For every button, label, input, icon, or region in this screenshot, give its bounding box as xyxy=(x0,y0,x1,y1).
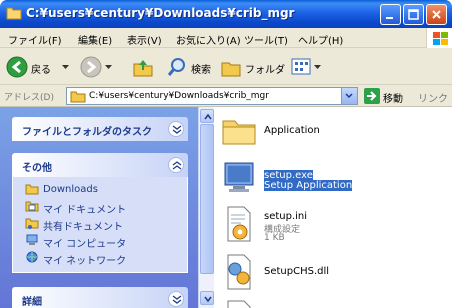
file-name: setup.ini xyxy=(264,211,308,222)
file-type: Setup Application xyxy=(264,180,353,191)
menu-help[interactable]: ヘルプ(H) xyxy=(298,32,343,47)
config-file-icon xyxy=(227,206,251,242)
search-button[interactable]: 検索 xyxy=(166,56,220,78)
address-input[interactable]: C:¥users¥century¥Downloads¥crib_mgr xyxy=(66,87,358,105)
search-label: 検索 xyxy=(191,65,211,76)
chevron-down-icon xyxy=(314,65,321,69)
task-pane-scrollbar[interactable] xyxy=(198,107,214,308)
place-label: マイ ドキュメント xyxy=(43,205,127,216)
maximize-button[interactable] xyxy=(403,4,424,25)
file-folder-tasks-header[interactable]: ファイルとフォルダのタスク xyxy=(12,117,188,141)
go-arrow-icon xyxy=(367,91,377,101)
place-label: 共有ドキュメント xyxy=(43,222,123,233)
file-folder-tasks-title: ファイルとフォルダのタスク xyxy=(22,127,152,138)
file-item-setup-ini[interactable]: setup.ini 構成設定 1 KB xyxy=(220,205,450,251)
chevron-down-icon xyxy=(204,296,212,303)
scroll-down-button[interactable] xyxy=(200,291,214,305)
minimize-button[interactable] xyxy=(380,4,401,25)
go-label[interactable]: 移動 xyxy=(383,90,403,105)
details-header[interactable]: 詳細 xyxy=(12,287,188,308)
go-button[interactable] xyxy=(364,88,380,104)
place-label: マイ コンピュータ xyxy=(43,239,127,250)
address-dropdown-button[interactable] xyxy=(341,88,357,104)
title-bar[interactable]: C:¥users¥century¥Downloads¥crib_mgr xyxy=(0,0,452,28)
menu-favorites[interactable]: お気に入り(A) xyxy=(176,32,241,47)
address-value: C:¥users¥century¥Downloads¥crib_mgr xyxy=(89,91,269,101)
task-pane: ファイルとフォルダのタスク その他 Downloads マイ ドキュメント 共有… xyxy=(0,107,198,308)
address-bar: アドレス(D) C:¥users¥century¥Downloads¥crib_… xyxy=(0,85,452,107)
file-item-partial[interactable] xyxy=(220,299,450,308)
file-item-setupchs-dll[interactable]: SetupCHS.dll xyxy=(220,253,450,299)
dll-file-icon xyxy=(227,254,251,290)
maximize-icon xyxy=(408,9,419,20)
collapse-chevron-button[interactable] xyxy=(168,157,184,173)
windows-logo xyxy=(426,28,452,48)
other-places-list: Downloads マイ ドキュメント 共有ドキュメント マイ コンピュータ マ… xyxy=(12,177,188,273)
place-label: Downloads xyxy=(43,184,98,195)
chevron-down-icon xyxy=(105,65,112,69)
folders-button[interactable]: フォルダ xyxy=(220,56,285,78)
windows-flag-icon xyxy=(433,32,448,45)
close-button[interactable] xyxy=(426,4,447,25)
folder-icon xyxy=(6,7,22,20)
address-label: アドレス(D) xyxy=(4,93,54,103)
views-icon xyxy=(291,58,311,75)
scroll-up-button[interactable] xyxy=(200,109,214,123)
folder-icon xyxy=(25,184,39,195)
file-icon xyxy=(227,300,251,308)
menu-tools[interactable]: ツール(T) xyxy=(244,32,288,47)
expand-chevron-button[interactable] xyxy=(168,291,184,307)
details-title: 詳細 xyxy=(22,297,42,308)
menu-bar: ファイル(F) 編集(E) 表示(V) お気に入り(A) ツール(T) ヘルプ(… xyxy=(0,28,452,48)
file-name: SetupCHS.dll xyxy=(264,266,330,277)
menu-edit[interactable]: 編集(E) xyxy=(78,32,112,47)
chevron-down-icon xyxy=(62,65,69,69)
forward-arrow-icon xyxy=(80,56,102,78)
computer-icon xyxy=(26,234,38,245)
chevron-down-double-icon xyxy=(172,295,182,304)
folder-icon xyxy=(222,120,256,145)
folders-icon xyxy=(221,62,241,77)
file-list: Application setup.exe Setup Application … xyxy=(214,107,452,308)
other-places-title: その他 xyxy=(22,163,52,174)
setup-app-icon xyxy=(224,162,254,192)
chevron-up-double-icon xyxy=(172,161,182,170)
expand-chevron-button[interactable] xyxy=(168,121,184,137)
other-places-header[interactable]: その他 xyxy=(12,153,188,177)
file-name: Application xyxy=(264,125,320,136)
up-folder-button[interactable] xyxy=(132,56,154,78)
back-button[interactable]: 戻る xyxy=(6,56,72,78)
my-documents-icon xyxy=(25,201,39,212)
menu-view[interactable]: 表示(V) xyxy=(127,32,162,47)
toolbar: 戻る 検索 フォルダ xyxy=(0,48,452,85)
file-item-setup-exe[interactable]: setup.exe Setup Application xyxy=(220,159,450,205)
search-icon xyxy=(167,58,185,76)
window-title: C:¥users¥century¥Downloads¥crib_mgr xyxy=(26,6,295,20)
place-label: マイ ネットワーク xyxy=(43,256,127,267)
forward-button[interactable] xyxy=(80,56,116,78)
back-arrow-icon xyxy=(6,56,28,78)
close-icon xyxy=(432,10,441,19)
file-item-application[interactable]: Application xyxy=(220,113,450,159)
chevron-down-icon xyxy=(345,93,353,99)
chevron-up-icon xyxy=(204,113,212,120)
scroll-thumb[interactable] xyxy=(200,124,214,274)
menu-file[interactable]: ファイル(F) xyxy=(8,32,62,47)
links-label[interactable]: リンク xyxy=(418,90,448,105)
views-button[interactable] xyxy=(290,56,324,78)
network-icon xyxy=(26,251,38,263)
folders-label: フォルダ xyxy=(245,65,285,76)
folder-icon xyxy=(70,91,86,103)
chevron-down-double-icon xyxy=(172,125,182,134)
minimize-icon xyxy=(386,17,393,19)
shared-documents-icon xyxy=(25,218,39,229)
back-label: 戻る xyxy=(31,65,51,76)
file-size: 1 KB xyxy=(264,233,285,243)
up-folder-icon xyxy=(133,60,153,77)
